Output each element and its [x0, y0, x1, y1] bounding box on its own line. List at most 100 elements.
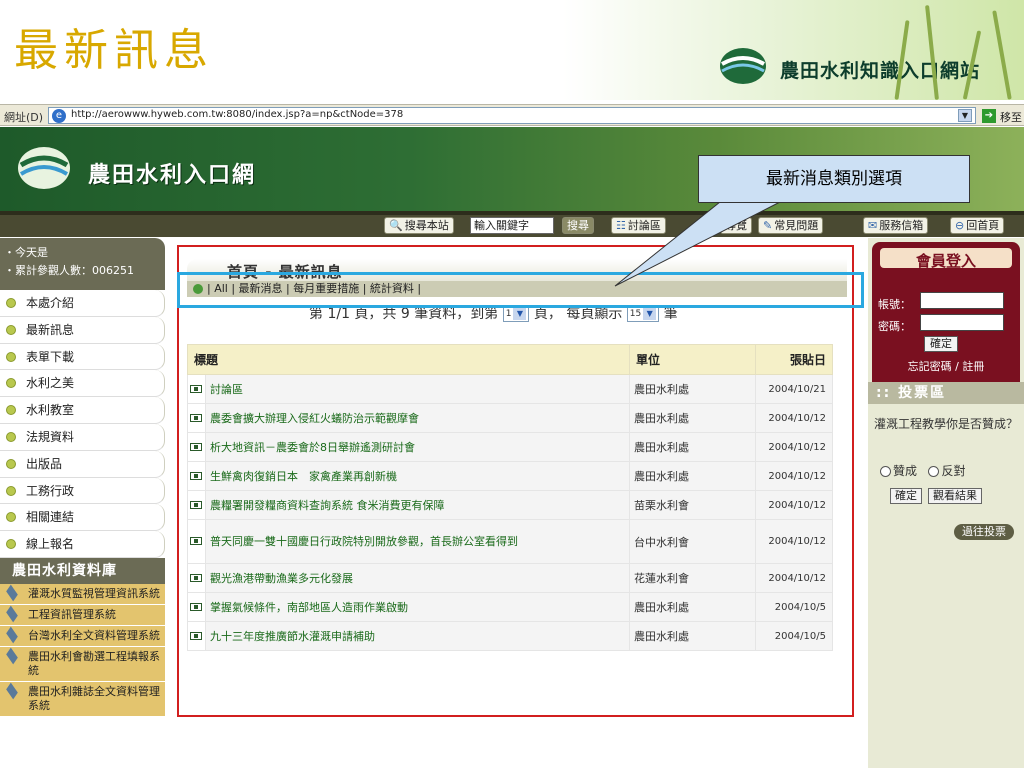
news-date: 2004/10/12: [755, 519, 833, 564]
password-label: 密碼：: [878, 320, 911, 333]
db-item-engineering[interactable]: 工程資訊管理系統: [0, 604, 165, 626]
db-item-survey[interactable]: 農田水利會勘選工程填報系統: [0, 646, 165, 682]
table-row[interactable]: 農糧署開發糧商資料查詢系統 食米消費更有保障 苗栗水利會 2004/10/12: [187, 490, 833, 520]
left-sidebar: ・今天是 ・累計參觀人數：006251 本處介紹 最新訊息 表單下載 水利之美 …: [0, 238, 165, 768]
past-votes-button[interactable]: 過往投票: [954, 524, 1014, 540]
sidebar-item-links[interactable]: 相關連結: [0, 504, 165, 532]
password-input[interactable]: [920, 314, 1004, 331]
table-row[interactable]: 討論區 農田水利處 2004/10/21: [187, 374, 833, 404]
site-name: 農田水利入口網: [88, 163, 257, 188]
search-site-button[interactable]: 🔍 搜尋本站: [384, 217, 454, 234]
news-date: 2004/10/5: [755, 621, 833, 651]
page-size-select[interactable]: 15 ▼: [626, 306, 660, 322]
table-row[interactable]: 生鮮禽肉復銷日本 家禽產業再創新機 農田水利處 2004/10/12: [187, 461, 833, 491]
table-row[interactable]: 觀光漁港帶動漁業多元化發展 花蓮水利會 2004/10/12: [187, 563, 833, 593]
mail-icon: ✉: [868, 219, 878, 232]
bullet-icon: [6, 405, 16, 416]
db-item-water-quality[interactable]: 灌溉水質監視管理資訊系統: [0, 583, 165, 605]
slide-title: 最新訊息: [14, 25, 214, 76]
address-bar: 網址(D) http://aerowww.hyweb.com.tw:8080/i…: [0, 104, 1024, 126]
login-button[interactable]: 確定: [924, 336, 958, 352]
sidebar-item-about[interactable]: 本處介紹: [0, 290, 165, 317]
news-title[interactable]: 農委會擴大辦理入侵紅火蟻防治示範觀摩會: [205, 403, 630, 433]
sidebar-item-administration[interactable]: 工務行政: [0, 477, 165, 505]
news-title[interactable]: 討論區: [205, 374, 630, 404]
bullet-icon: [187, 432, 206, 462]
address-dropdown-icon[interactable]: ▼: [958, 109, 972, 122]
news-date: 2004/10/5: [755, 592, 833, 622]
news-date: 2004/10/21: [755, 374, 833, 404]
table-row[interactable]: 普天同慶一雙十國慶日行政院特別開放參觀，首長辦公室看得到 台中水利會 2004/10…: [187, 519, 833, 564]
table-row[interactable]: 析大地資訊－農委會於8日舉辦遙測研討會 農田水利處 2004/10/12: [187, 432, 833, 462]
address-label: 網址(D): [4, 111, 44, 124]
member-login-title: 會員登入: [915, 252, 976, 270]
keyword-input[interactable]: 輸入關鍵字: [470, 217, 554, 234]
bullet-icon: [6, 324, 16, 335]
news-unit: 農田水利處: [629, 374, 756, 404]
news-title[interactable]: 普天同慶一雙十國慶日行政院特別開放參觀，首長辦公室看得到: [205, 519, 630, 564]
visitor-count: 累計參觀人數：006251: [15, 264, 134, 277]
go-button[interactable]: 移至: [1000, 109, 1022, 125]
radio-icon: [928, 466, 940, 477]
search-button[interactable]: 搜尋: [562, 217, 594, 234]
vote-option-no[interactable]: 反對: [928, 464, 965, 478]
news-title[interactable]: 九十三年度推廣節水灌溉申請補助: [205, 621, 630, 651]
address-input[interactable]: http://aerowww.hyweb.com.tw:8080/index.j…: [48, 107, 976, 124]
db-item-magazine[interactable]: 農田水利雜誌全文資料管理系統: [0, 681, 165, 717]
view-results-button[interactable]: 觀看結果: [928, 488, 982, 504]
visitor-info: ・今天是 ・累計參觀人數：006251: [0, 238, 165, 290]
news-title[interactable]: 觀光漁港帶動漁業多元化發展: [205, 563, 630, 593]
account-label: 帳號：: [878, 298, 911, 311]
news-unit: 農田水利處: [629, 403, 756, 433]
forgot-register-link[interactable]: 忘記密碼 / 註冊: [872, 358, 1020, 374]
bullet-icon: [187, 490, 206, 520]
search-icon: 🔍: [389, 219, 403, 232]
page-select[interactable]: 1 ▼: [502, 306, 530, 322]
news-title[interactable]: 掌握氣候條件，南部地區人造雨作業啟動: [205, 592, 630, 622]
go-arrow-icon[interactable]: ➔: [982, 109, 996, 123]
table-row[interactable]: 掌握氣候條件，南部地區人造雨作業啟動 農田水利處 2004/10/5: [187, 592, 833, 622]
pencil-icon: ✎: [763, 219, 773, 232]
db-item-fulltext[interactable]: 台灣水利全文資料管理系統: [0, 625, 165, 647]
account-input[interactable]: [920, 292, 1004, 309]
sidebar-item-beauty[interactable]: 水利之美: [0, 370, 165, 398]
slide-site-name: 農田水利知識入口網站: [780, 60, 981, 82]
sidebar-item-forms[interactable]: 表單下載: [0, 343, 165, 371]
vote-options: 贊成 反對: [880, 462, 965, 479]
sidebar-item-registration[interactable]: 線上報名: [0, 531, 165, 558]
news-date: 2004/10/12: [755, 461, 833, 491]
sidebar-item-publications[interactable]: 出版品: [0, 450, 165, 478]
vote-question: 灌溉工程教學你是否贊成？: [874, 417, 1019, 431]
mailbox-button[interactable]: ✉ 服務信箱: [863, 217, 929, 234]
forum-button[interactable]: ☷ 討論區: [611, 217, 666, 234]
news-title[interactable]: 析大地資訊－農委會於8日舉辦遙測研討會: [205, 432, 630, 462]
news-unit: 花蓮水利會: [629, 563, 756, 593]
diamond-icon: [6, 682, 18, 700]
home-button[interactable]: ⊖ 回首頁: [950, 217, 1005, 234]
table-row[interactable]: 九十三年度推廣節水灌溉申請補助 農田水利處 2004/10/5: [187, 621, 833, 651]
bullet-icon: [6, 458, 16, 469]
today-label: 今天是: [15, 246, 48, 259]
bullet-icon: [187, 461, 206, 491]
bullet-icon: [6, 298, 16, 308]
news-unit: 台中水利會: [629, 519, 756, 564]
vote-option-yes[interactable]: 贊成: [880, 464, 917, 478]
slide-header: 最新訊息 農田水利知識入口網站: [0, 0, 1024, 100]
bullet-icon: [6, 431, 16, 442]
database-title: 農田水利資料庫: [0, 557, 165, 584]
table-row[interactable]: 農委會擴大辦理入侵紅火蟻防治示範觀摩會 農田水利處 2004/10/12: [187, 403, 833, 433]
chevron-down-icon: ▼: [513, 307, 527, 320]
bullet-icon: [187, 374, 206, 404]
sidebar-item-regulations[interactable]: 法規資料: [0, 423, 165, 451]
sidebar-item-news[interactable]: 最新訊息: [0, 316, 165, 344]
sidebar-item-classroom[interactable]: 水利教室: [0, 397, 165, 424]
site-logo-icon: [720, 48, 766, 84]
news-title[interactable]: 生鮮禽肉復銷日本 家禽產業再創新機: [205, 461, 630, 491]
diamond-icon: [6, 584, 18, 602]
news-title[interactable]: 農糧署開發糧商資料查詢系統 食米消費更有保障: [205, 490, 630, 520]
overview-button[interactable]: 導覽: [720, 217, 752, 234]
faq-button[interactable]: ✎ 常見問題: [758, 217, 824, 234]
vote-ok-button[interactable]: 確定: [890, 488, 922, 504]
bullet-icon: [6, 351, 16, 362]
news-table: 標題 單位 張貼日 討論區 農田水利處 2004/10/21 農委會擴大辦理入侵紅火蟻…: [187, 344, 833, 651]
